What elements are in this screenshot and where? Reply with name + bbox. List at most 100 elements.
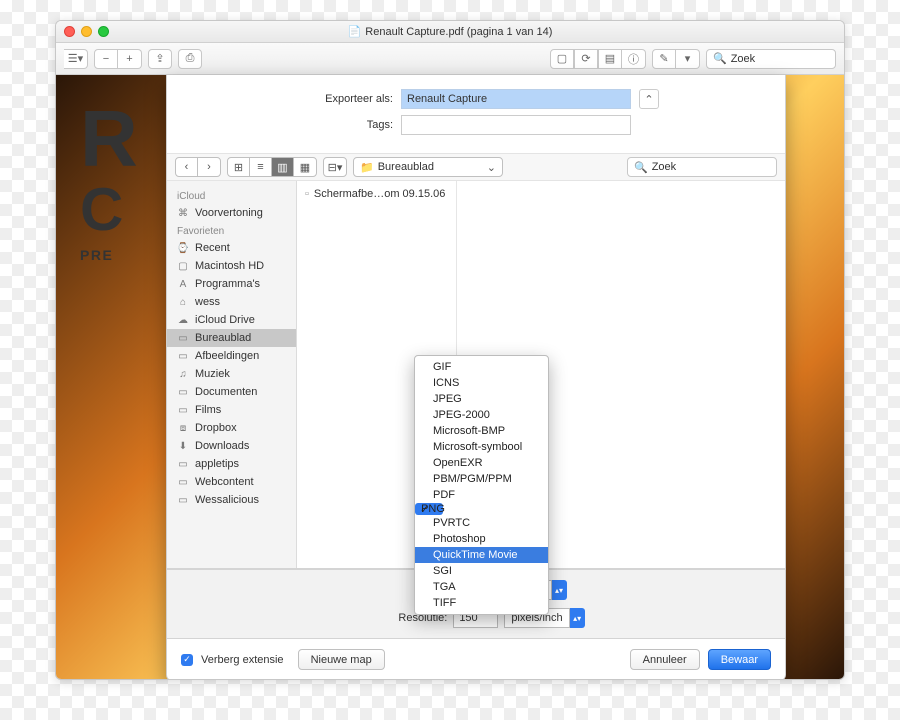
sidebar-item-icon: ▭ <box>177 404 189 416</box>
format-option[interactable]: OpenEXR <box>415 455 548 471</box>
view-icon-columns[interactable]: ▥ <box>272 158 294 176</box>
forward-icon[interactable]: › <box>198 158 220 176</box>
format-option[interactable]: Microsoft-BMP <box>415 423 548 439</box>
finder-toolbar: ‹ › ⊞ ≡ ▥ ▦ ⊟▾ 📁 Bureaublad ⌄ 🔍 <box>167 153 785 181</box>
format-option[interactable]: Photoshop <box>415 531 548 547</box>
format-option[interactable]: PDF <box>415 487 548 503</box>
format-option[interactable]: QuickTime Movie <box>415 547 548 563</box>
format-option[interactable]: GIF <box>415 359 548 375</box>
tags-label: Tags: <box>293 119 393 131</box>
sidebar-item[interactable]: ▭Documenten <box>167 383 296 401</box>
sidebar-item[interactable]: ⌚Recent <box>167 239 296 257</box>
tags-input[interactable] <box>401 115 631 135</box>
back-icon[interactable]: ‹ <box>176 158 198 176</box>
format-option[interactable]: TIFF <box>415 595 548 611</box>
toolbar-search-placeholder: Zoek <box>731 53 755 65</box>
titlebar: 📄 Renault Capture.pdf (pagina 1 van 14) <box>56 21 844 43</box>
view-icon-grid[interactable]: ⊞ <box>228 158 250 176</box>
sidebar-item-icon: A <box>177 278 189 290</box>
format-option[interactable]: TGA <box>415 579 548 595</box>
sidebar-toggle-group[interactable]: ☰▾ <box>64 49 88 69</box>
info-icon[interactable]: ⓘ <box>622 49 646 69</box>
rotate-icon[interactable]: ⟳ <box>574 49 598 69</box>
format-popup: GIFICNSJPEGJPEG-2000Microsoft-BMPMicroso… <box>414 355 549 615</box>
export-filename-input[interactable] <box>401 89 631 109</box>
sidebar-section-header: iCloud <box>167 187 296 204</box>
sidebar-item-icon: ⬇ <box>177 440 189 452</box>
document-preview: R C PRE <box>80 105 138 263</box>
finder-search[interactable]: 🔍 Zoek <box>627 157 777 177</box>
location-dropdown[interactable]: 📁 Bureaublad ⌄ <box>353 157 503 177</box>
sidebar-item[interactable]: ▭Wessalicious <box>167 491 296 509</box>
app-window: 📄 Renault Capture.pdf (pagina 1 van 14) … <box>55 20 845 680</box>
sidebar-item[interactable]: ⧈Dropbox <box>167 419 296 437</box>
sidebar-item[interactable]: ▭ Films <box>167 401 296 419</box>
format-option[interactable]: PNG <box>415 503 443 515</box>
view-icon-list[interactable]: ≡ <box>250 158 272 176</box>
sidebar-item-icon: ▭ <box>177 386 189 398</box>
sheet-footer: ✓ Verberg extensie Nieuwe map Annuleer B… <box>167 638 785 680</box>
sidebar-item[interactable]: ⬇ Downloads <box>167 437 296 455</box>
search-icon: 🔍 <box>634 161 648 174</box>
cancel-button[interactable]: Annuleer <box>630 649 700 670</box>
sidebar-item[interactable]: ▭appletips <box>167 455 296 473</box>
sidebar-item-label: appletips <box>195 458 239 470</box>
sidebar-item-icon: ⌂ <box>177 296 189 308</box>
format-option[interactable]: PVRTC <box>415 515 548 531</box>
file-name: Schermafbe…om 09.15.06 <box>314 188 445 200</box>
format-option[interactable]: ICNS <box>415 375 548 391</box>
sidebar-item[interactable]: ⌂ wess <box>167 293 296 311</box>
file-item[interactable]: ▫ Schermafbe…om 09.15.06 <box>297 185 456 203</box>
sidebar-item-label: wess <box>195 296 220 308</box>
sidebar-item-icon: ▭ <box>177 494 189 506</box>
sidebar-item-label: Muziek <box>195 368 230 380</box>
document-area: R C PRE Exporteer als: ⌃ Tags: ‹ › <box>56 75 844 679</box>
edit-chevron-icon[interactable]: ▾ <box>676 49 700 69</box>
format-option[interactable]: Microsoft-symbool <box>415 439 548 455</box>
format-option[interactable]: SGI <box>415 563 548 579</box>
sidebar-item[interactable]: ♫Muziek <box>167 365 296 383</box>
expand-button[interactable]: ⌃ <box>639 89 659 109</box>
sidebar-item-icon: ▭ <box>177 476 189 488</box>
zoom-in-icon[interactable]: + <box>118 49 142 69</box>
export-label: Exporteer als: <box>293 93 393 105</box>
format-option[interactable]: JPEG <box>415 391 548 407</box>
format-option[interactable]: PBM/PGM/PPM <box>415 471 548 487</box>
sidebar-item[interactable]: ▭Afbeeldingen <box>167 347 296 365</box>
sidebar-item[interactable]: AProgramma's <box>167 275 296 293</box>
sidebar-item[interactable]: ☁iCloud Drive <box>167 311 296 329</box>
hide-extension-checkbox[interactable]: ✓ <box>181 654 193 666</box>
sidebar-section-header: Favorieten <box>167 222 296 239</box>
sidebar-item[interactable]: ▭Bureaublad <box>167 329 296 347</box>
zoom-group: − + <box>94 49 142 69</box>
highlight-icon[interactable]: ▢ <box>550 49 574 69</box>
format-option[interactable]: JPEG-2000 <box>415 407 548 423</box>
hide-extension-label: Verberg extensie <box>201 654 284 666</box>
save-button[interactable]: Bewaar <box>708 649 771 670</box>
sidebar-item[interactable]: ▭Webcontent <box>167 473 296 491</box>
share-icon[interactable]: ⇪ <box>148 49 172 69</box>
sidebar-item-icon: ▭ <box>177 332 189 344</box>
markup-icon[interactable]: ▤ <box>598 49 622 69</box>
print-icon[interactable]: ⎙ <box>178 49 202 69</box>
file-icon: ▫ <box>305 188 309 200</box>
sidebar-item-label: Downloads <box>195 440 249 452</box>
toolbar: ☰▾ − + ⇪ ⎙ ▢ ⟳ ▤ ⓘ ✎ ▾ 🔍 Zoek <box>56 43 844 75</box>
toolbar-search[interactable]: 🔍 Zoek <box>706 49 836 69</box>
sidebar-item-label: iCloud Drive <box>195 314 255 326</box>
export-row: Exporteer als: ⌃ <box>167 75 785 113</box>
edit-icon[interactable]: ✎ <box>652 49 676 69</box>
sidebar-item-icon: ▭ <box>177 350 189 362</box>
sidebar-item-icon: ⌘ <box>177 207 189 219</box>
view-icon-gallery[interactable]: ▦ <box>294 158 316 176</box>
location-label: Bureaublad <box>378 161 434 173</box>
sidebar-item[interactable]: ▢Macintosh HD <box>167 257 296 275</box>
sidebar-item[interactable]: ⌘Voorvertoning <box>167 204 296 222</box>
arrange-icon[interactable]: ⊟▾ <box>324 158 346 176</box>
arrange-group[interactable]: ⊟▾ <box>323 157 347 177</box>
zoom-out-icon[interactable]: − <box>94 49 118 69</box>
finder-search-placeholder: Zoek <box>652 161 676 173</box>
new-folder-button[interactable]: Nieuwe map <box>298 649 385 670</box>
sidebar-icon[interactable]: ☰▾ <box>64 49 88 69</box>
sidebar-item-label: Films <box>195 404 221 416</box>
